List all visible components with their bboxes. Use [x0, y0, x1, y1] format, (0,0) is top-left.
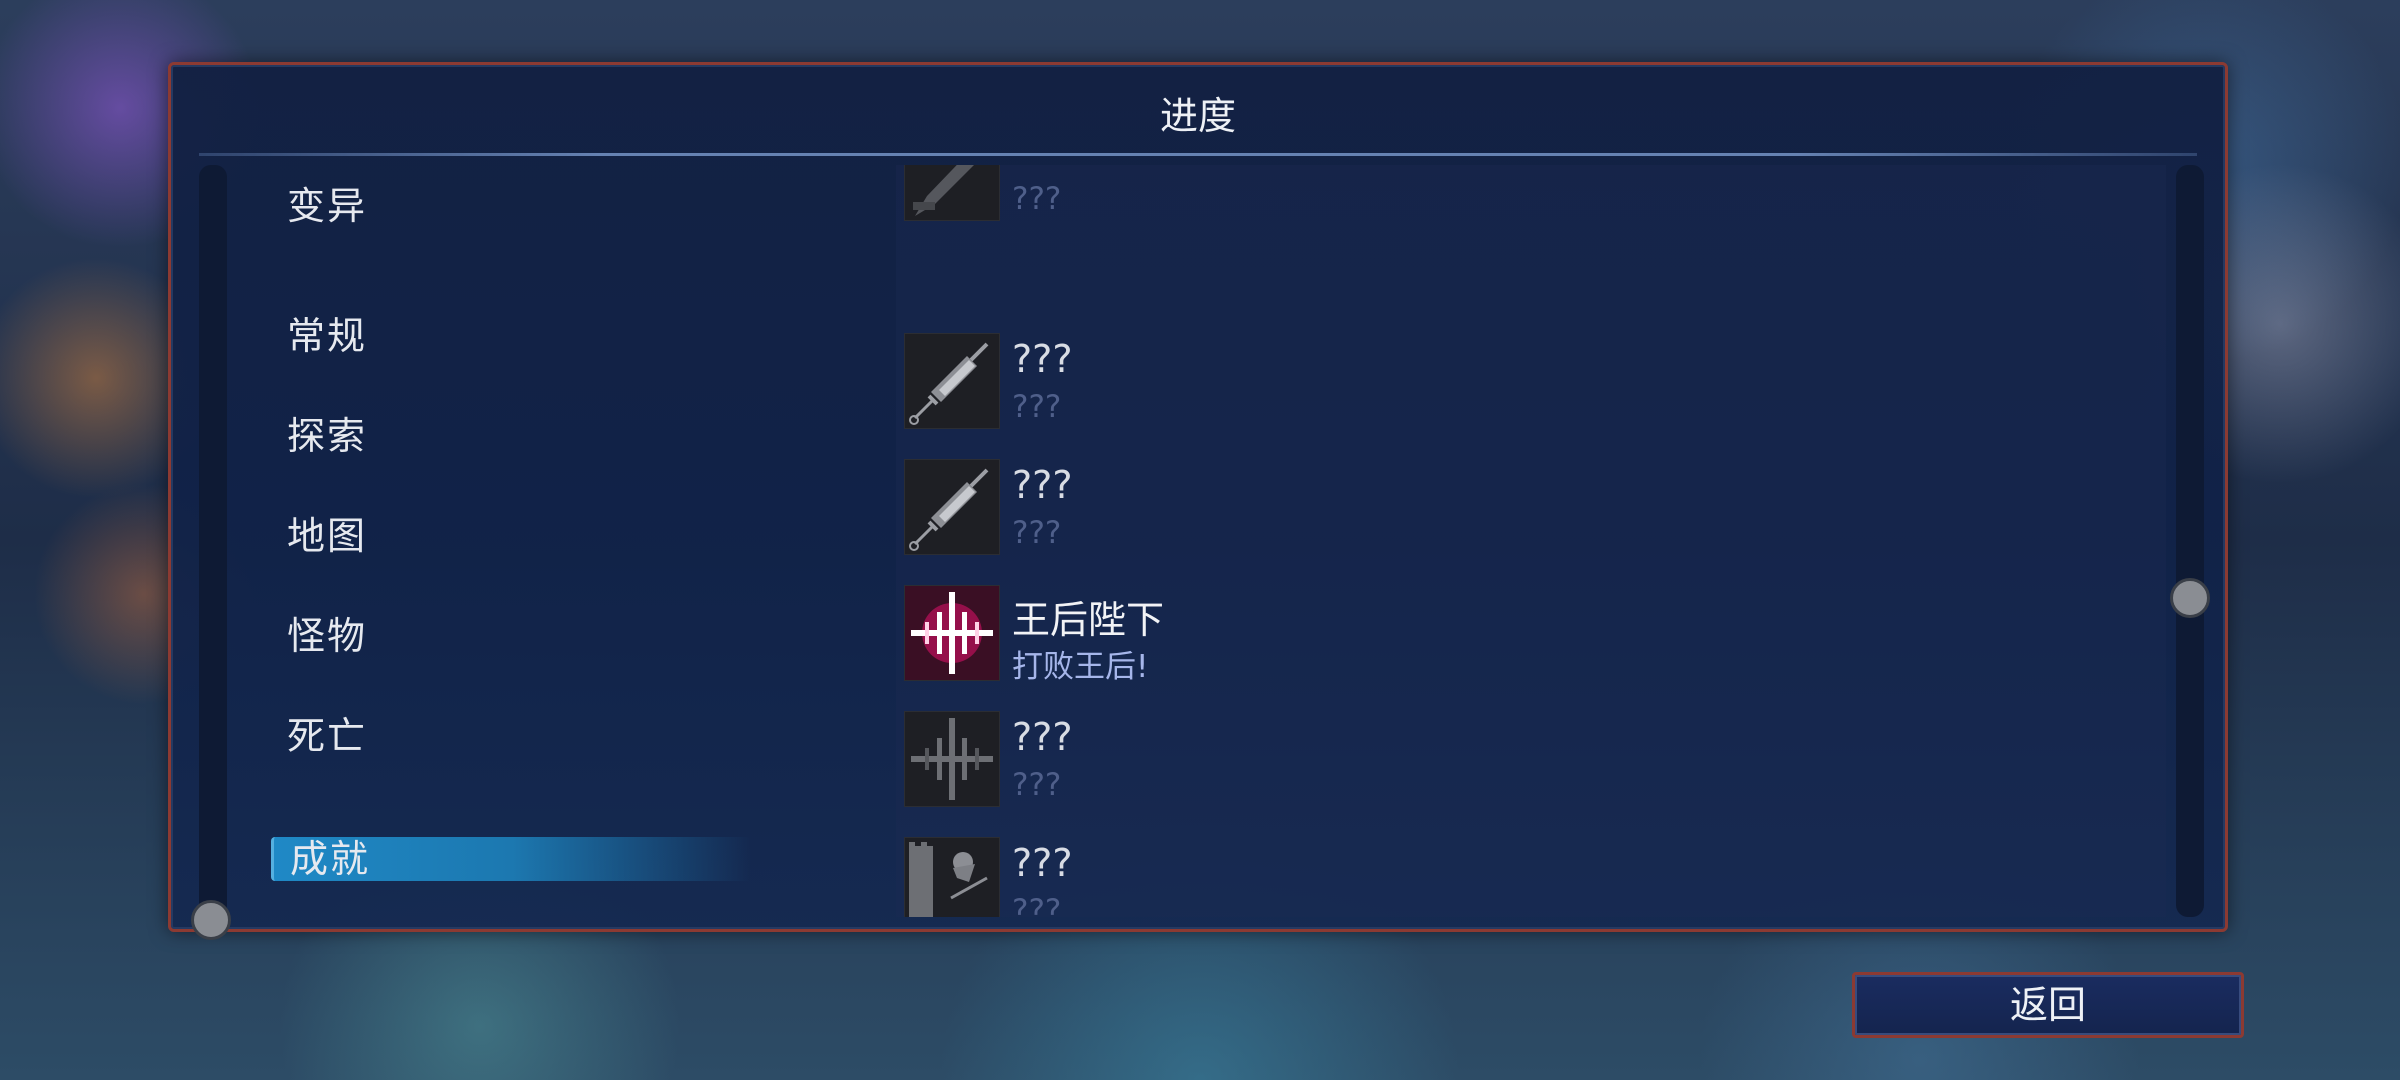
sword-icon: [904, 165, 1000, 221]
achievement-desc: ???: [1012, 767, 1062, 803]
achievement-desc: ???: [1012, 515, 1062, 551]
progress-panel: 进度 变异 常规 探索 地图 怪物 死亡 成就 ??? ??? ??? ??? …: [168, 62, 2228, 940]
title-divider: [199, 153, 2197, 156]
achievement-name: ???: [1012, 463, 1073, 507]
achievement-item[interactable]: ??? ???: [904, 837, 2104, 917]
achievement-name: ???: [1012, 165, 1073, 173]
achievement-item[interactable]: ??? ???: [904, 165, 2104, 225]
achievement-name: 王后陛下: [1012, 598, 1165, 642]
category-map[interactable]: 地图: [287, 505, 367, 560]
category-exploration[interactable]: 探索: [287, 405, 367, 460]
panel-title: 进度: [1159, 94, 1236, 138]
category-monsters[interactable]: 怪物: [287, 605, 367, 660]
achievement-item[interactable]: ??? ???: [904, 459, 2104, 559]
back-button[interactable]: 返回: [1852, 972, 2244, 1038]
category-scrollbar[interactable]: [199, 165, 227, 917]
achievement-item[interactable]: ??? ???: [904, 333, 2104, 433]
queen-sigil-icon: [904, 585, 1000, 681]
category-deaths[interactable]: 死亡: [287, 705, 367, 760]
achievement-desc: 打败王后!: [1012, 649, 1149, 685]
tower-icon: [904, 837, 1000, 917]
achievement-scroll-knob[interactable]: [2170, 578, 2210, 618]
achievement-item[interactable]: ??? ???: [904, 711, 2104, 811]
achievement-item-unlocked[interactable]: 王后陛下 打败王后!: [904, 585, 2104, 685]
achievement-name: ???: [1012, 841, 1073, 885]
category-general[interactable]: 常规: [287, 305, 367, 360]
achievement-desc: ???: [1012, 893, 1062, 917]
achievement-desc: ???: [1012, 181, 1062, 217]
category-achievements[interactable]: 成就: [271, 837, 751, 881]
achievement-name: ???: [1012, 337, 1073, 381]
achievement-scrollbar[interactable]: [2176, 165, 2204, 917]
achievement-name: ???: [1012, 715, 1073, 759]
achievement-desc: ???: [1012, 389, 1062, 425]
queen-sigil-icon: [904, 711, 1000, 807]
syringe-icon: [904, 459, 1000, 555]
category-scroll-knob[interactable]: [191, 900, 231, 940]
category-mutations[interactable]: 变异: [287, 175, 367, 230]
achievement-list[interactable]: ??? ??? ??? ??? ??? 王后陛下 打败王后! ??? ??? ?…: [896, 165, 2166, 917]
syringe-icon: [904, 333, 1000, 429]
